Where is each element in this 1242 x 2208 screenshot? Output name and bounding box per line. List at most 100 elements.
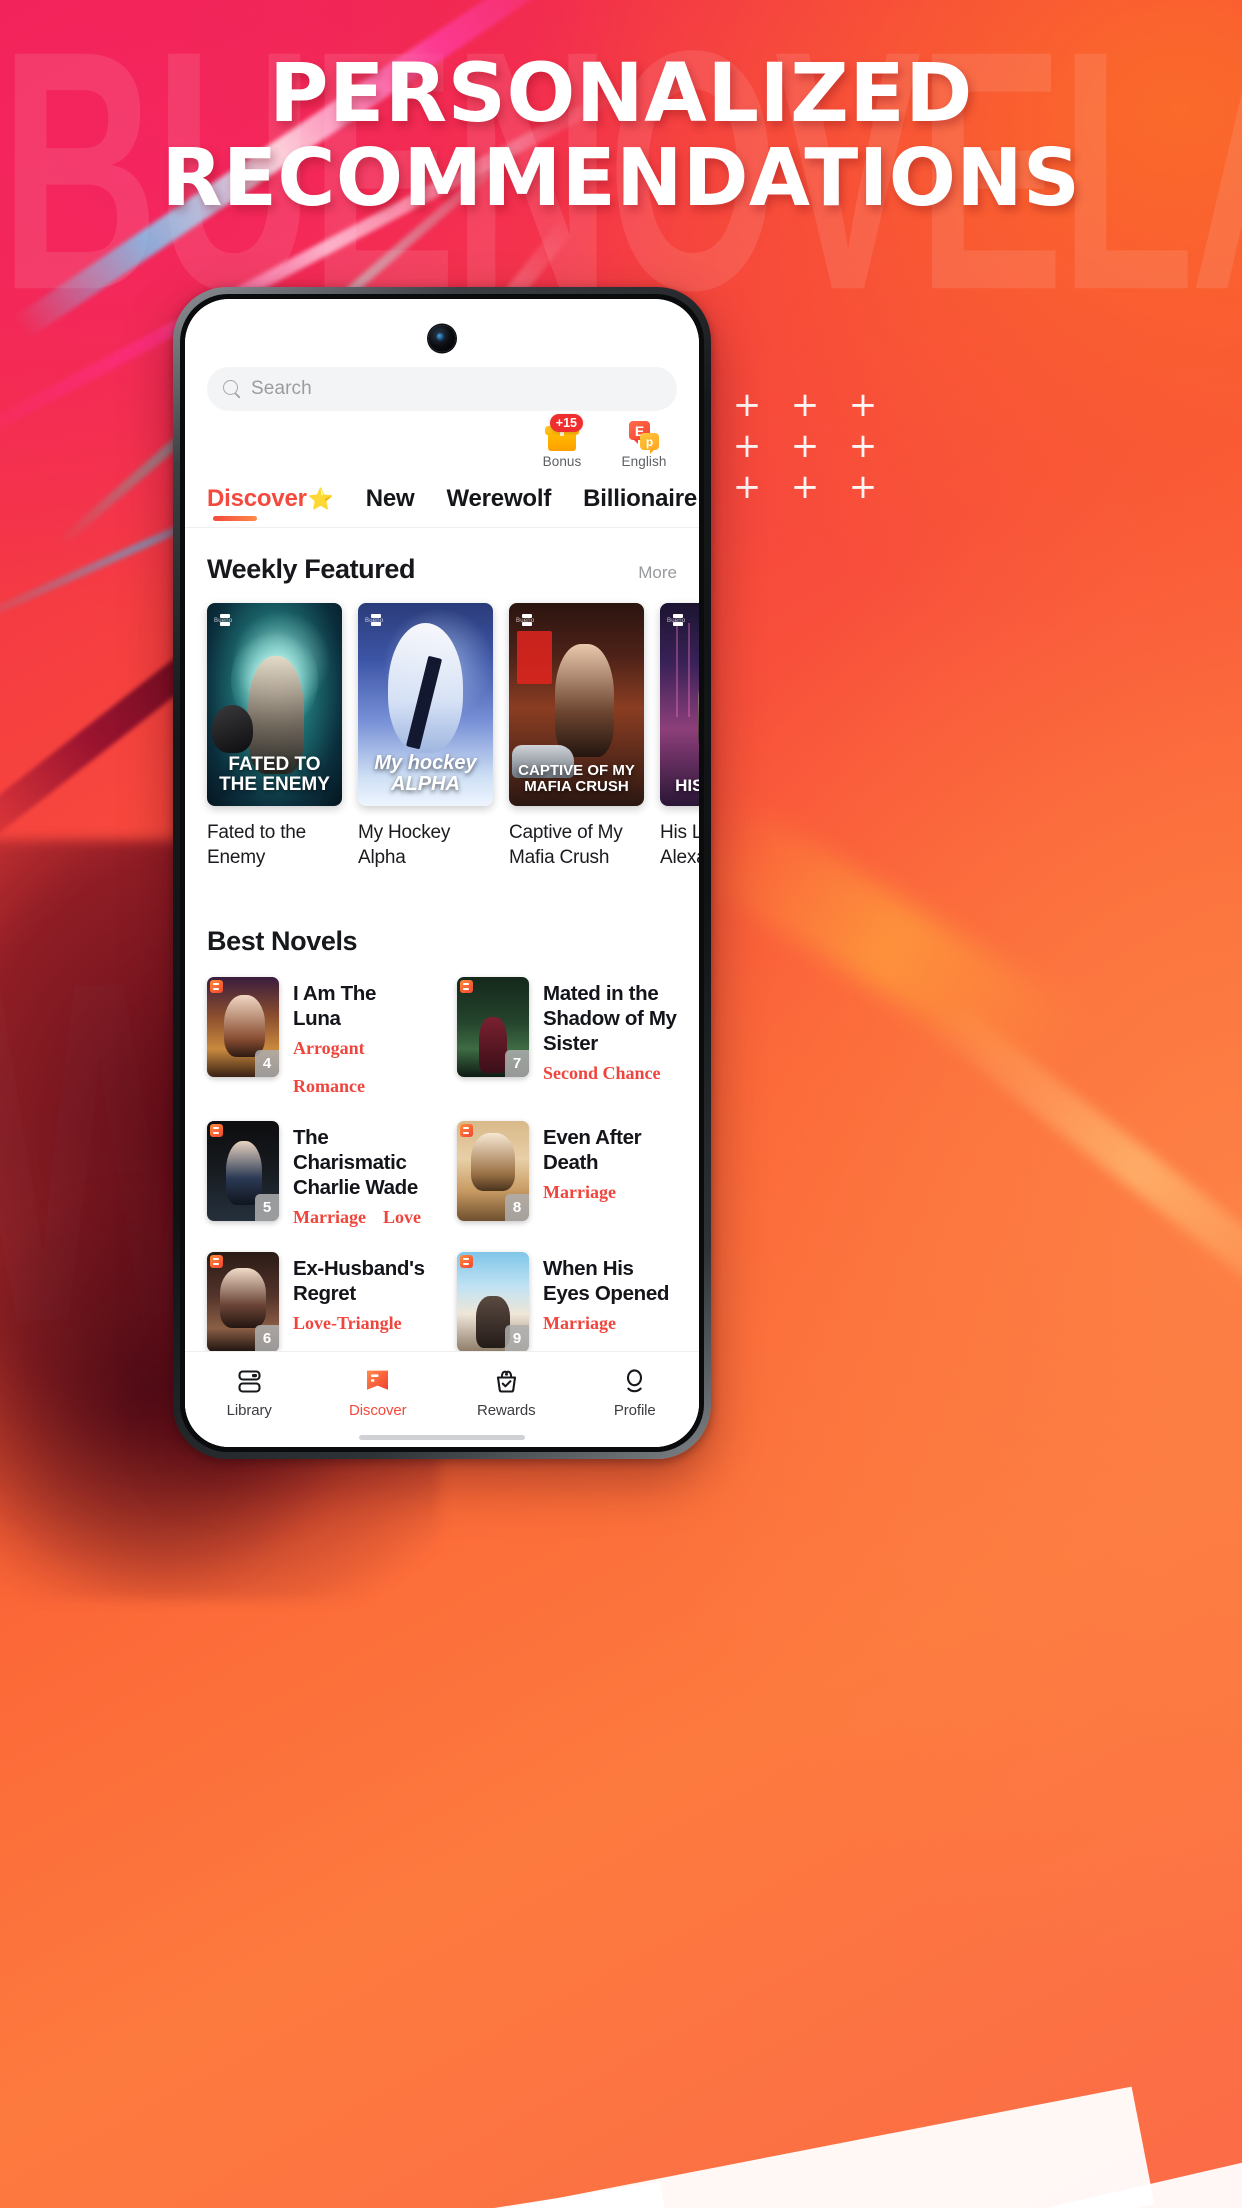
tag[interactable]: Love-Triangle: [293, 1313, 402, 1334]
plus-icon: +: [732, 426, 762, 466]
carousel-item[interactable]: Bueno FATED TO THE ENEMY Fated to the En…: [207, 603, 342, 870]
carousel-item[interactable]: Bueno CAPTIVE OF MY MAFIA CRUSH Captive …: [509, 603, 644, 870]
list-item-tags: Second Chance: [543, 1063, 677, 1084]
list-item-meta: I Am The Luna Arrogant Romance: [293, 977, 427, 1097]
tag[interactable]: Arrogant: [293, 1038, 365, 1059]
library-icon: [185, 1364, 314, 1398]
nav-label-rewards: Rewards: [477, 1402, 536, 1419]
tab-werewolf[interactable]: Werewolf: [447, 485, 552, 527]
tag[interactable]: Marriage: [293, 1207, 366, 1228]
tag[interactable]: Love: [383, 1207, 421, 1228]
promo-headline: PERSONALIZED RECOMMENDATIONS: [0, 52, 1242, 220]
brand-logo-icon: [460, 1255, 473, 1268]
tab-billionaire[interactable]: Billionaire: [583, 485, 697, 527]
tag[interactable]: Romance: [293, 1076, 365, 1097]
search-input[interactable]: Search: [207, 367, 677, 411]
list-item-meta: Ex-Husband's Regret Love-Triangle CEO: [293, 1252, 427, 1351]
carousel-item-title: My Hockey Alpha: [358, 822, 451, 868]
plus-icon: +: [790, 467, 820, 507]
book-cover: 4: [207, 977, 279, 1077]
cover-title: My hockey ALPHA: [374, 752, 477, 795]
list-item-tags: Marriage: [543, 1313, 677, 1334]
rank-badge: 8: [505, 1194, 529, 1221]
language-button[interactable]: Ep English: [615, 421, 673, 469]
nav-item-rewards[interactable]: Rewards: [442, 1364, 571, 1419]
list-item[interactable]: 4 I Am The Luna Arrogant Romance: [207, 977, 427, 1097]
brand-logo-icon: Bueno: [365, 618, 384, 624]
plus-icon: +: [790, 426, 820, 466]
nav-item-discover[interactable]: Discover: [314, 1364, 443, 1419]
discover-icon: [314, 1364, 443, 1398]
tab-new[interactable]: New: [366, 485, 415, 527]
search-row: Search: [207, 367, 677, 411]
plus-icon: +: [848, 426, 878, 466]
book-cover: 6: [207, 1252, 279, 1351]
list-item-meta: The Charismatic Charlie Wade Marriage Lo…: [293, 1121, 427, 1228]
phone-bezel: Search +15 Bonus E p English Discover⭐ N…: [180, 294, 704, 1452]
brand-logo-icon: [210, 1255, 223, 1268]
quick-actions-row: +15 Bonus Ep English: [185, 414, 673, 469]
rank-badge: 6: [255, 1325, 279, 1351]
tab-discover[interactable]: Discover⭐: [207, 485, 334, 527]
carousel-item[interactable]: Bueno HIS L ALEXA His Lost Alexandra: [660, 603, 699, 870]
weekly-featured-header: Weekly Featured More: [185, 554, 699, 585]
tag[interactable]: Marriage: [543, 1182, 616, 1203]
category-tabs: Discover⭐ New Werewolf Billionaire: [185, 485, 699, 528]
tag[interactable]: Second Chance: [543, 1063, 661, 1084]
language-label: English: [621, 454, 667, 469]
app-scroll-area[interactable]: Search +15 Bonus E p English Discover⭐ N…: [185, 299, 699, 1351]
bottom-navigation: Library Discover Rewards Profile: [185, 1351, 699, 1447]
list-item-tags: Love-Triangle CEO: [293, 1313, 427, 1351]
carousel-item[interactable]: Bueno My hockey ALPHA My Hockey Alpha: [358, 603, 493, 870]
tab-discover-label: Discover: [207, 485, 307, 512]
language-icon: Ep: [629, 421, 659, 454]
best-novels-grid: 4 I Am The Luna Arrogant Romance 7 Mated…: [185, 977, 699, 1351]
book-cover: 9: [457, 1252, 529, 1351]
list-item-title: Ex-Husband's Regret: [293, 1257, 425, 1305]
carousel-item-title: Fated to the Enemy: [207, 822, 307, 868]
list-item-meta: Even After Death Marriage: [543, 1121, 677, 1203]
list-item[interactable]: 7 Mated in the Shadow of My Sister Secon…: [457, 977, 677, 1097]
book-cover: 7: [457, 977, 529, 1077]
plus-icon: +: [848, 467, 878, 507]
weekly-featured-carousel[interactable]: Bueno FATED TO THE ENEMY Fated to the En…: [185, 603, 699, 870]
profile-icon: [571, 1364, 700, 1398]
book-cover: Bueno My hockey ALPHA: [358, 603, 493, 806]
book-cover: Bueno HIS L ALEXA: [660, 603, 699, 806]
nav-item-library[interactable]: Library: [185, 1364, 314, 1419]
weekly-featured-more[interactable]: More: [638, 563, 677, 583]
plus-icon: +: [732, 385, 762, 425]
rank-badge: 9: [505, 1325, 529, 1351]
brand-logo-icon: [210, 1124, 223, 1137]
brand-logo-icon: Bueno: [667, 618, 686, 624]
search-placeholder: Search: [251, 378, 312, 399]
cover-title: HIS L ALEXA: [675, 775, 699, 795]
headline-line-2: RECOMMENDATIONS: [161, 132, 1081, 224]
list-item[interactable]: 5 The Charismatic Charlie Wade Marriage …: [207, 1121, 427, 1228]
list-item-title: Mated in the Shadow of My Sister: [543, 982, 677, 1055]
nav-label-profile: Profile: [613, 1402, 656, 1419]
list-item[interactable]: 6 Ex-Husband's Regret Love-Triangle CEO: [207, 1252, 427, 1351]
rank-badge: 4: [255, 1050, 279, 1077]
plus-icon: +: [848, 385, 878, 425]
rank-badge: 7: [505, 1050, 529, 1077]
search-icon: [223, 380, 241, 398]
list-item-title: The Charismatic Charlie Wade: [293, 1126, 418, 1199]
tag[interactable]: Marriage: [543, 1313, 616, 1334]
list-item[interactable]: 9 When His Eyes Opened Marriage: [457, 1252, 677, 1351]
rewards-icon: [442, 1364, 571, 1398]
best-novels-header: Best Novels: [185, 926, 699, 957]
plus-icon: +: [732, 467, 762, 507]
brand-logo-icon: Bueno: [516, 618, 535, 624]
phone-screen: Search +15 Bonus E p English Discover⭐ N…: [185, 299, 699, 1447]
brand-logo-icon: [460, 1124, 473, 1137]
nav-item-profile[interactable]: Profile: [571, 1364, 700, 1419]
plus-icon: +: [790, 385, 820, 425]
carousel-item-title: Captive of My Mafia Crush: [509, 822, 623, 868]
book-cover: Bueno CAPTIVE OF MY MAFIA CRUSH: [509, 603, 644, 806]
cover-title: FATED TO THE ENEMY: [219, 754, 330, 795]
list-item-tags: Marriage: [543, 1182, 677, 1203]
list-item[interactable]: 8 Even After Death Marriage: [457, 1121, 677, 1228]
bonus-button[interactable]: +15 Bonus: [533, 414, 591, 469]
best-novels-title: Best Novels: [207, 926, 358, 956]
